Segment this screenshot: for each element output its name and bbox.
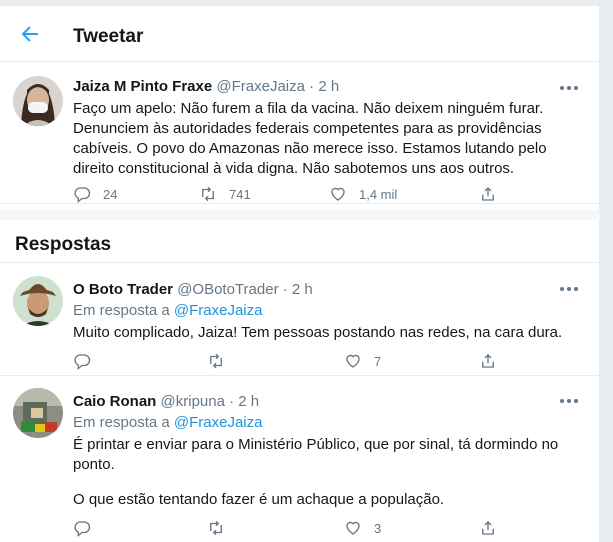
- share-icon: [482, 521, 494, 535]
- author-name[interactable]: O Boto Trader: [73, 281, 173, 298]
- tweet-actions: 3: [73, 518, 513, 538]
- more-options-icon[interactable]: [560, 284, 582, 294]
- more-options-icon[interactable]: [560, 83, 582, 93]
- author-line: Caio Ronan @kripuna · 2 h: [73, 393, 259, 410]
- replies-section-header: Respostas: [0, 210, 600, 263]
- tweet-time[interactable]: 2 h: [238, 393, 259, 410]
- author-handle[interactable]: @OBotoTrader: [177, 281, 278, 298]
- author-name[interactable]: Jaiza M Pinto Fraxe: [73, 78, 212, 95]
- share-button[interactable]: [479, 351, 497, 371]
- heart-icon: [331, 187, 345, 201]
- reply-count: 24: [103, 186, 118, 202]
- author-line: Jaiza M Pinto Fraxe @FraxeJaiza · 2 h: [73, 78, 339, 95]
- like-button[interactable]: 3: [344, 518, 381, 538]
- main-tweet[interactable]: Jaiza M Pinto Fraxe @FraxeJaiza · 2 h Fa…: [0, 63, 600, 204]
- share-icon: [482, 354, 494, 368]
- reply-button[interactable]: [73, 351, 91, 371]
- back-arrow-icon[interactable]: [18, 22, 42, 46]
- avatar-image-icon: [13, 388, 63, 438]
- reply-icon: [74, 521, 91, 537]
- author-line: O Boto Trader @OBotoTrader · 2 h: [73, 281, 313, 298]
- separator-dot: ·: [229, 393, 235, 410]
- page-header: Tweetar: [0, 6, 600, 62]
- avatar[interactable]: [13, 388, 63, 438]
- tweet-text: Faço um apelo: Não furem a fila da vacin…: [73, 100, 547, 177]
- tweet-text: É printar e enviar para o Ministério Púb…: [73, 436, 559, 473]
- retweet-icon: [210, 520, 222, 536]
- avatar[interactable]: [13, 276, 63, 326]
- author-handle[interactable]: @kripuna: [161, 393, 225, 410]
- retweet-icon: [202, 186, 214, 202]
- reply-icon: [74, 354, 91, 370]
- avatar[interactable]: [13, 76, 63, 126]
- like-count: 1,4 mil: [359, 186, 398, 202]
- share-button[interactable]: [479, 518, 497, 538]
- separator-dot: ·: [282, 281, 288, 298]
- reply-tweet[interactable]: O Boto Trader @OBotoTrader · 2 h Em resp…: [0, 264, 600, 376]
- more-options-icon[interactable]: [560, 396, 582, 406]
- tweet-time[interactable]: 2 h: [292, 281, 313, 298]
- reply-button[interactable]: [73, 518, 91, 538]
- reply-prefix: Em resposta a: [73, 302, 174, 319]
- tweet-time[interactable]: 2 h: [318, 78, 339, 95]
- separator-dot: ·: [309, 78, 315, 95]
- tweet-actions: 7: [73, 351, 513, 371]
- reply-icon: [74, 187, 91, 203]
- reply-context: Em resposta a @FraxeJaiza: [73, 302, 262, 319]
- reply-button[interactable]: 24: [73, 184, 117, 204]
- tweet-thread-panel: Tweetar Jaiza M Pinto Fraxe @FraxeJaiza …: [0, 6, 600, 542]
- tweet-actions: 24 741 1,4 mil: [73, 184, 513, 204]
- retweet-icon: [210, 353, 222, 369]
- author-name[interactable]: Caio Ronan: [73, 393, 156, 410]
- heart-icon: [346, 354, 360, 368]
- avatar-image-icon: [13, 276, 63, 326]
- like-count: 7: [374, 353, 382, 369]
- section-title: Respostas: [15, 234, 112, 255]
- heart-icon: [346, 521, 360, 535]
- retweet-button[interactable]: 741: [199, 184, 251, 204]
- like-count: 3: [374, 520, 382, 536]
- mention-link[interactable]: @FraxeJaiza: [174, 414, 263, 431]
- tweet-text: O que estão tentando fazer é um achaque …: [73, 491, 445, 508]
- reply-prefix: Em resposta a: [73, 414, 174, 431]
- share-icon: [482, 187, 494, 201]
- retweet-button[interactable]: [207, 518, 225, 538]
- like-button[interactable]: 1,4 mil: [329, 184, 397, 204]
- like-button[interactable]: 7: [344, 351, 381, 371]
- page-title: Tweetar: [73, 26, 144, 47]
- retweet-count: 741: [229, 186, 251, 202]
- mention-link[interactable]: @FraxeJaiza: [174, 302, 263, 319]
- reply-tweet[interactable]: Caio Ronan @kripuna · 2 h Em resposta a …: [0, 376, 600, 542]
- retweet-button[interactable]: [207, 351, 225, 371]
- avatar-image-icon: [13, 76, 63, 126]
- tweet-text: Muito complicado, Jaiza! Tem pessoas pos…: [73, 324, 563, 341]
- share-button[interactable]: [479, 184, 497, 204]
- author-handle[interactable]: @FraxeJaiza: [216, 78, 305, 95]
- reply-context: Em resposta a @FraxeJaiza: [73, 414, 262, 431]
